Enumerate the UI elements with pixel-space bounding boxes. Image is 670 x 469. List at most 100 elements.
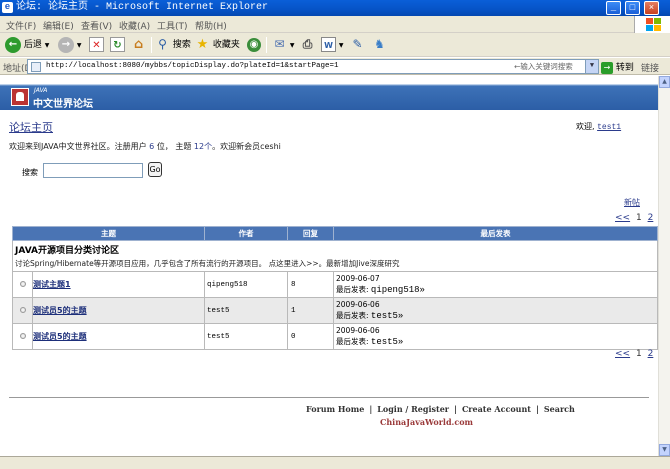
menu-file[interactable]: 文件(F): [6, 19, 36, 32]
pager-page-2[interactable]: 2: [648, 349, 654, 359]
pager-bottom: << 1 2 >>: [615, 349, 658, 359]
category-row: JAVA开源项目分类讨论区 讨论Spring/Hibernate等开源项目应用，…: [12, 240, 658, 272]
last-post-date: 2009-06-07: [336, 274, 380, 283]
last-post-cell: 2009-06-06 最后发表: test5»: [333, 323, 658, 350]
footer-site-name: ChinaJavaWorld.com: [380, 417, 473, 427]
welcome-prefix: 欢迎,: [576, 122, 595, 131]
last-post-user[interactable]: test5»: [371, 337, 403, 347]
topics-table: 主题 作者 回复 最后发表 JAVA开源项目分类讨论区 讨论Spring/Hib…: [12, 226, 658, 350]
subject-cell: 测试员5的主题: [32, 297, 205, 324]
minimize-button[interactable]: _: [606, 1, 621, 15]
go-button[interactable]: → 转到: [601, 60, 634, 74]
pager-top: << 1 2 >>: [615, 213, 658, 223]
topic-link[interactable]: 测试主题1: [33, 280, 71, 289]
page-content: JAVA 中文世界论坛 论坛主页 欢迎, test1 欢迎来到JAVA中文世界社…: [0, 76, 658, 456]
scroll-up-icon[interactable]: ▲: [659, 76, 670, 88]
topic-bullet-icon: [19, 281, 26, 287]
pager-page-2[interactable]: 2: [648, 213, 654, 223]
maximize-button[interactable]: □: [625, 1, 640, 15]
menu-tools[interactable]: 工具(T): [157, 19, 188, 32]
back-arrow-icon: ←: [5, 36, 21, 53]
topic-icon-cell: [12, 323, 33, 350]
discuss-button[interactable]: ✎: [350, 36, 365, 54]
subject-cell: 测试主题1: [32, 271, 205, 298]
search-go-button[interactable]: Go: [148, 162, 162, 177]
search-label: 搜索: [22, 168, 38, 177]
pager-page-1[interactable]: 1: [636, 349, 642, 359]
messenger-icon: ♞: [374, 37, 385, 51]
user-count: 6: [149, 142, 155, 151]
chevron-down-icon: ▼: [44, 42, 50, 49]
address-input[interactable]: http://localhost:8080/mybbs/topicDisplay…: [27, 59, 599, 74]
vertical-scrollbar[interactable]: ▲ ▼: [658, 76, 670, 456]
menu-help[interactable]: 帮助(H): [195, 19, 227, 32]
refresh-icon: ↻: [110, 37, 125, 52]
topic-icon-cell: [12, 297, 33, 324]
toolbar-separator: [266, 37, 267, 53]
magnifier-icon: ⚲: [158, 37, 167, 51]
favorites-button[interactable]: ★ 收藏夹: [195, 36, 240, 54]
last-post-prefix: 最后发表:: [336, 311, 369, 320]
footer-separator: |: [535, 404, 539, 414]
footer-divider: [9, 397, 649, 398]
forum-home-link[interactable]: 论坛主页: [9, 119, 53, 135]
new-post-link[interactable]: 新帖: [624, 197, 640, 208]
footer-forum-home-link[interactable]: Forum Home: [306, 404, 364, 414]
topic-link[interactable]: 测试员5的主题: [33, 306, 87, 315]
windows-logo-icon: [634, 16, 670, 33]
footer-login-link[interactable]: Login / Register: [377, 404, 449, 414]
footer-separator: |: [454, 404, 457, 414]
scroll-down-icon[interactable]: ▼: [659, 444, 670, 456]
menu-favorites[interactable]: 收藏(A): [119, 19, 150, 32]
last-post-user[interactable]: qipeng518»: [371, 285, 425, 295]
last-post-user[interactable]: test5»: [371, 311, 403, 321]
media-icon: ◉: [247, 37, 261, 52]
header-author: 作者: [204, 226, 288, 241]
mail-button[interactable]: ✉ ▼: [272, 36, 295, 54]
pager-page-1[interactable]: 1: [636, 213, 642, 223]
stats-text-1: 欢迎来到JAVA中文世界社区。注册用户: [9, 142, 147, 151]
pager-prev[interactable]: <<: [615, 349, 630, 359]
home-button[interactable]: ⌂: [131, 36, 146, 54]
menu-view[interactable]: 查看(V): [81, 19, 112, 32]
links-button[interactable]: 链接: [641, 61, 659, 74]
chevron-down-icon: ▼: [289, 42, 295, 49]
address-bar: 地址(D) http://localhost:8080/mybbs/topicD…: [0, 58, 670, 75]
toolbar-separator: [151, 37, 152, 53]
topic-icon-cell: [12, 271, 33, 298]
back-button[interactable]: ← 后退 ▼: [5, 36, 49, 54]
refresh-button[interactable]: ↻: [110, 36, 125, 54]
forum-banner: JAVA 中文世界论坛: [0, 84, 658, 110]
print-button[interactable]: ⎙: [300, 36, 315, 54]
stop-icon: ✕: [89, 37, 104, 52]
pager-prev[interactable]: <<: [615, 213, 630, 223]
last-post-cell: 2009-06-07 最后发表: qipeng518»: [333, 271, 658, 298]
topic-bullet-icon: [19, 333, 26, 339]
forward-button[interactable]: → ▼: [58, 36, 82, 54]
edit-button[interactable]: W ▼: [321, 36, 344, 54]
window-title: 论坛: 论坛主页 - Microsoft Internet Explorer: [16, 2, 269, 13]
go-arrow-icon: →: [601, 61, 613, 74]
menu-edit[interactable]: 编辑(E): [43, 19, 74, 32]
messenger-button[interactable]: ♞: [372, 36, 387, 54]
stop-button[interactable]: ✕: [89, 36, 104, 54]
footer-create-account-link[interactable]: Create Account: [462, 404, 531, 414]
footer-search-link[interactable]: Search: [544, 404, 575, 414]
footer-separator: |: [369, 404, 373, 414]
topic-link[interactable]: 测试员5的主题: [33, 332, 87, 341]
table-row: 测试主题1 qipeng518 8 2009-06-07 最后发表: qipen…: [12, 271, 658, 298]
media-button[interactable]: ◉: [247, 36, 261, 54]
author-cell: test5: [204, 323, 288, 350]
username-link[interactable]: test1: [597, 123, 621, 132]
last-post-prefix: 最后发表:: [336, 285, 369, 294]
search-input[interactable]: [43, 163, 143, 178]
close-button[interactable]: ×: [644, 1, 659, 15]
search-button[interactable]: ⚲ 搜索: [155, 36, 191, 54]
table-row: 测试员5的主题 test5 1 2009-06-06 最后发表: test5»: [12, 297, 658, 324]
address-dropdown-icon[interactable]: ▼: [585, 60, 598, 73]
mail-icon: ✉: [274, 37, 285, 51]
forum-stats: 欢迎来到JAVA中文世界社区。注册用户 6 位， 主题 12个。欢迎新会员ces…: [9, 141, 281, 152]
favorites-label: 收藏夹: [212, 40, 240, 50]
forward-arrow-icon: →: [58, 36, 74, 53]
replies-cell: 0: [287, 323, 334, 350]
